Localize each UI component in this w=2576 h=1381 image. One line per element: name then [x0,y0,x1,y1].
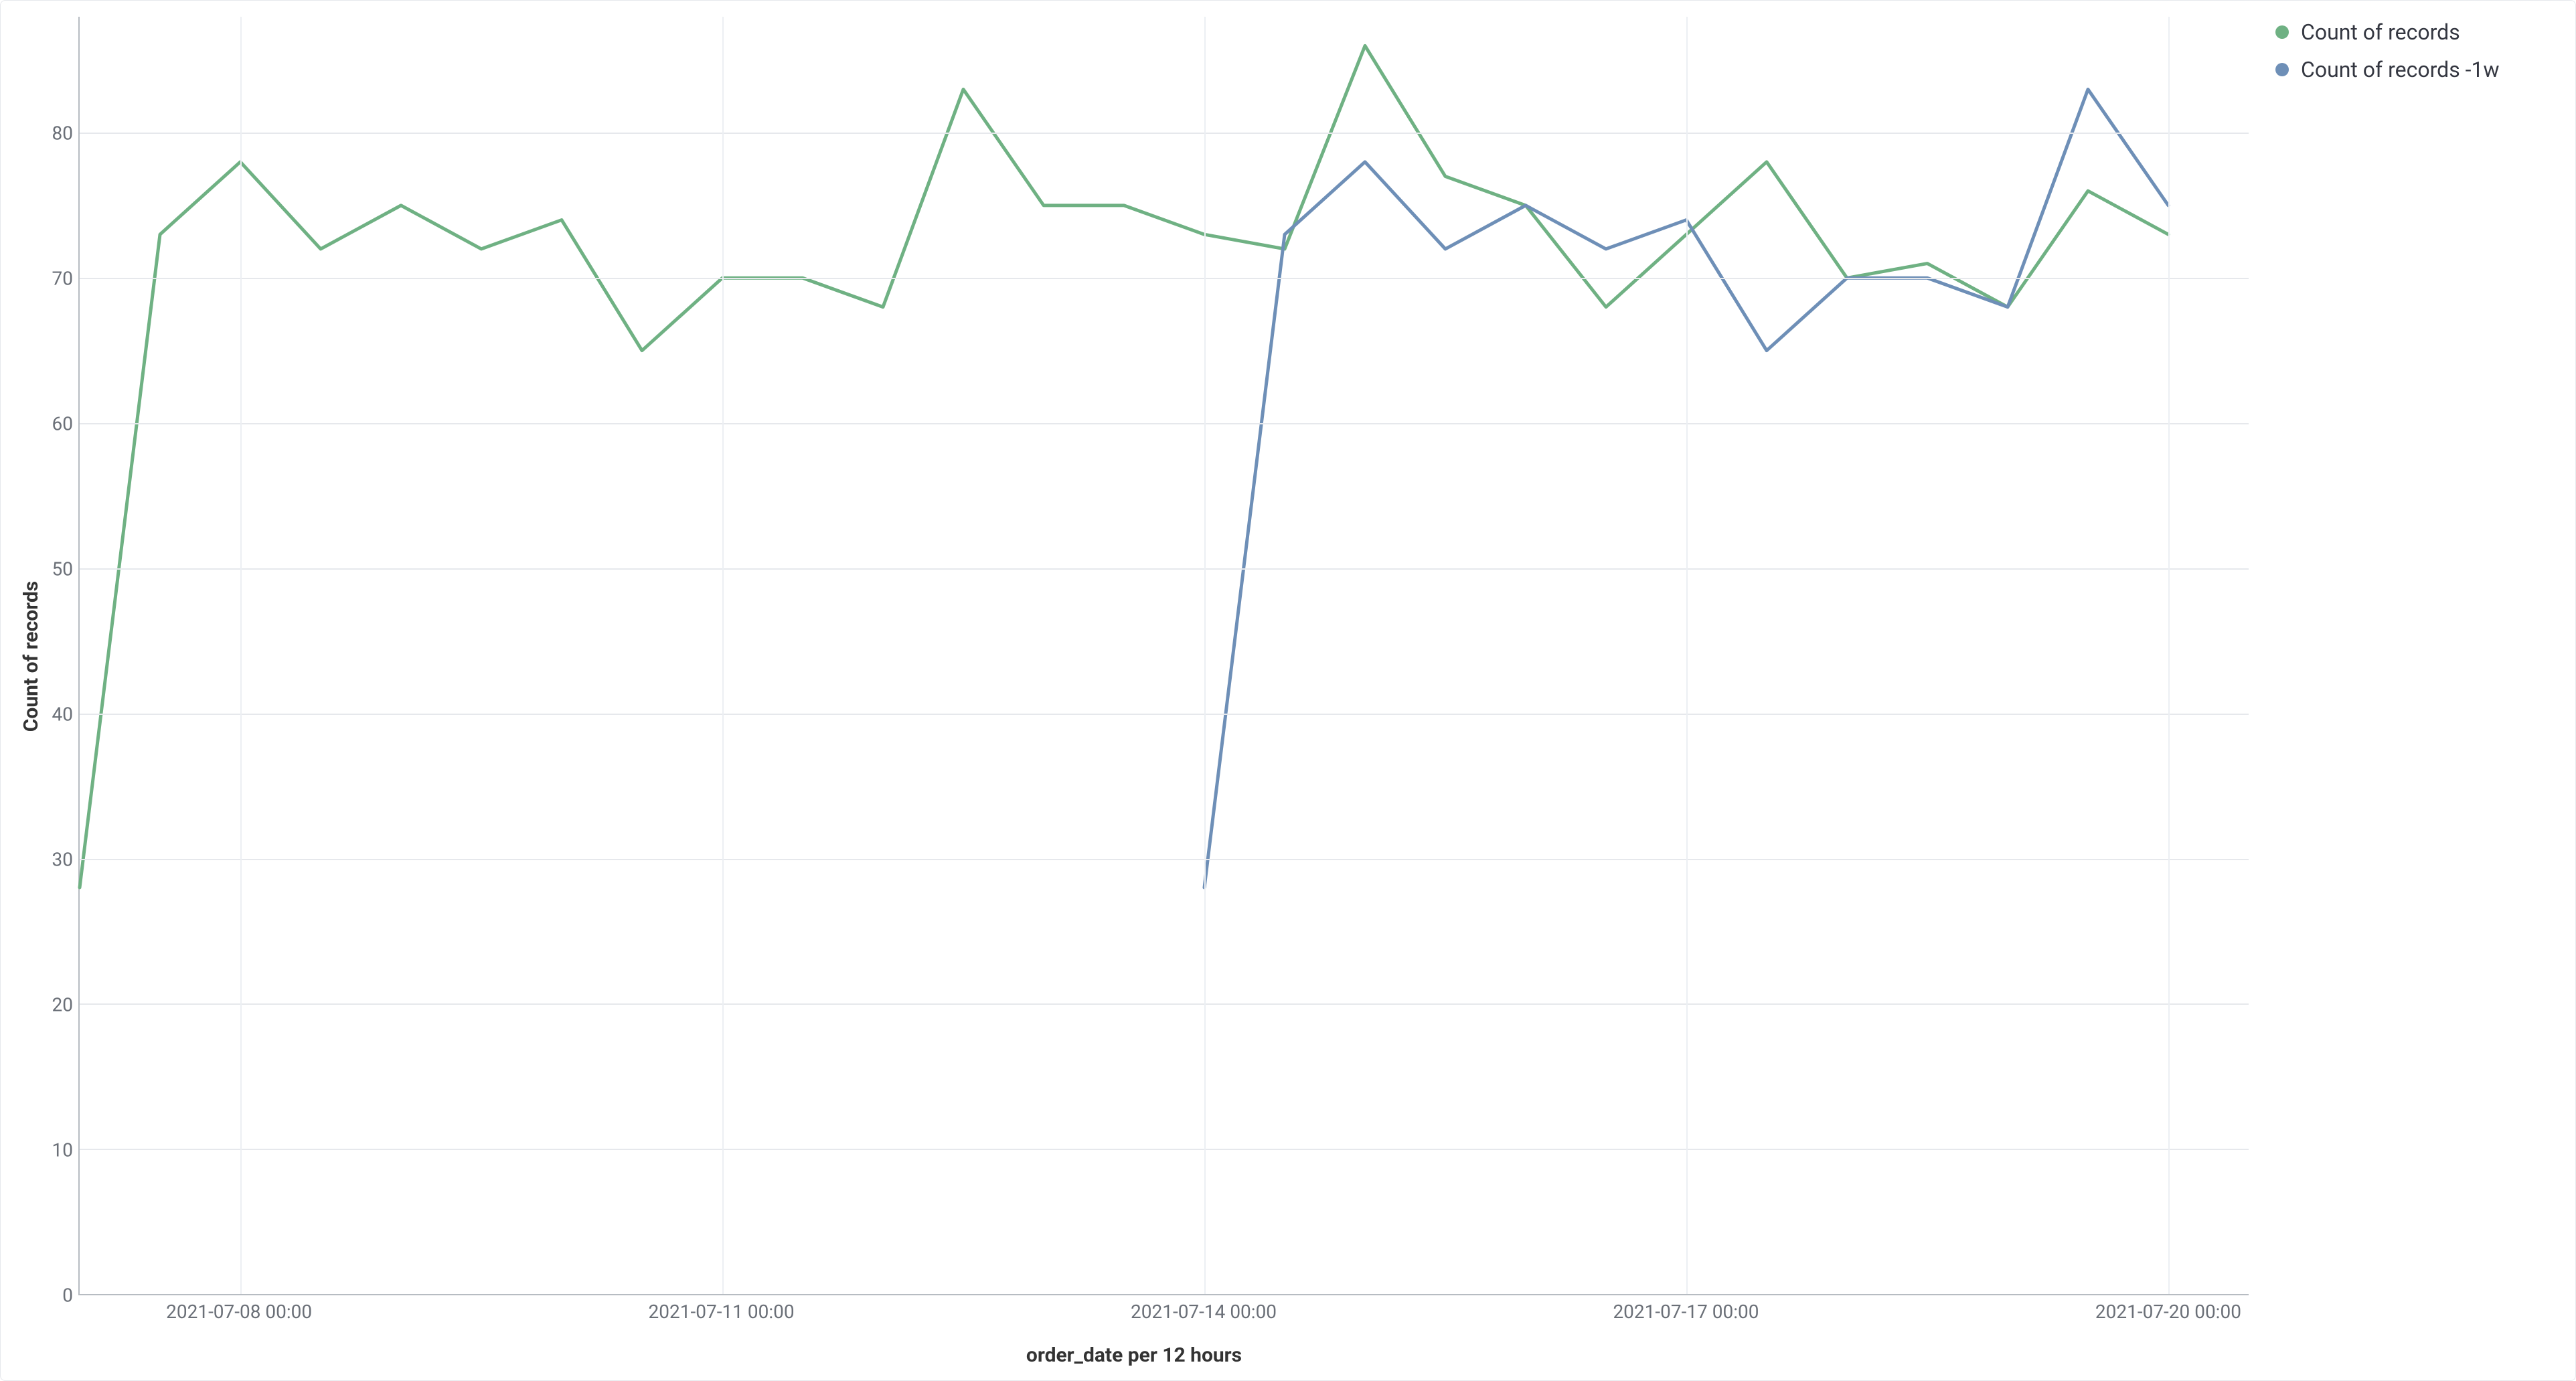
grid-line-vertical [2168,17,2170,1294]
grid-line-horizontal [80,568,2249,570]
grid-line-horizontal [80,714,2249,715]
y-axis-label-wrap: Count of records [19,17,44,1295]
legend-label: Count of records [2301,19,2460,45]
y-tick-label: 30 [52,848,73,870]
grid-line-vertical [1204,17,1206,1294]
y-axis-label: Count of records [20,580,44,731]
y-tick-label: 0 [62,1285,73,1307]
grid-line-vertical [1686,17,1688,1294]
y-tick-label: 40 [52,703,73,725]
series-line [80,46,2168,888]
plot-zone: Count of records 0 10 20 30 40 50 60 70 80 2021-… [19,17,2249,1367]
y-tick-label: 80 [52,122,73,144]
legend-swatch-icon [2275,25,2289,39]
plot-body: Count of records 01020304050607080 [19,17,2249,1295]
chart-panel: Count of records 0 10 20 30 40 50 60 70 80 2021-… [0,0,2576,1381]
grid-line-horizontal [80,133,2249,134]
y-axis-ticks: 01020304050607080 [44,17,78,1295]
grid-line-horizontal [80,1149,2249,1150]
x-tick-label: 2021-07-11 00:00 [649,1301,795,1323]
legend-swatch-icon [2275,63,2289,76]
x-tick-label: 2021-07-14 00:00 [1131,1301,1277,1323]
y-tick-label: 70 [52,267,73,289]
legend-item[interactable]: Count of records [2275,19,2557,45]
legend: Count of records Count of records -1w [2249,17,2557,1367]
x-tick-label: 2021-07-17 00:00 [1613,1301,1759,1323]
x-tick-label: 2021-07-20 00:00 [2095,1301,2241,1323]
plot-area[interactable] [78,17,2249,1295]
grid-line-horizontal [80,859,2249,860]
y-tick-label: 50 [52,558,73,580]
grid-line-horizontal [80,278,2249,279]
chart-lines-svg [80,17,2249,1294]
y-tick-label: 20 [52,993,73,1016]
grid-line-vertical [722,17,724,1294]
legend-item[interactable]: Count of records -1w [2275,57,2557,82]
x-tick-label: 2021-07-08 00:00 [166,1301,312,1323]
grid-line-horizontal [80,1003,2249,1005]
y-tick-label: 60 [52,412,73,434]
legend-label: Count of records -1w [2301,57,2500,82]
x-axis-ticks: 2021-07-08 00:00 2021-07-11 00:00 2021-07-… [78,1295,2249,1333]
x-axis-label: order_date per 12 hours [19,1344,2249,1367]
grid-line-horizontal [80,423,2249,424]
y-tick-label: 10 [52,1139,73,1161]
grid-line-vertical [240,17,242,1294]
